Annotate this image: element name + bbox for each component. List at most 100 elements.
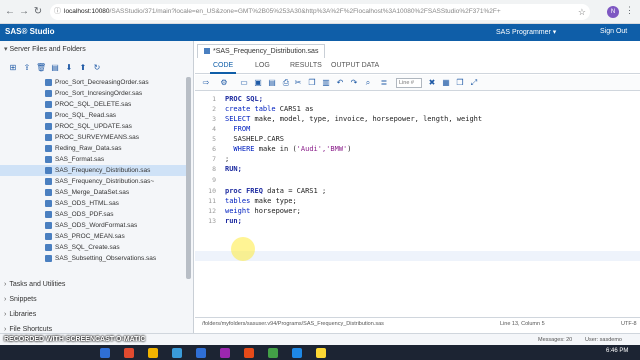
code-token: make type; [250,197,297,205]
app-icon[interactable] [220,348,230,358]
code-token: ; [225,155,230,163]
start-icon[interactable] [100,348,110,358]
properties-icon[interactable]: ▤ [50,63,60,73]
code-line-2: create table CARS1 as [225,105,314,113]
upload-file-icon[interactable]: ⬆ [78,63,88,73]
file-tree-item[interactable]: SAS_Subsetting_Observations.sas [0,253,186,264]
code-line-7: ; [225,155,229,163]
file-tree-item[interactable]: SAS_ODS_PDF.sas [0,209,186,220]
print-icon[interactable]: ⎙ [281,78,291,88]
forward-arrow-icon[interactable]: → [18,6,30,18]
explorer-icon[interactable] [148,348,158,358]
app-icon[interactable] [196,348,206,358]
file-name: SAS_Frequency_Distribution.sas [55,167,151,174]
code-token: CARS1 as [275,105,314,113]
tab-log[interactable]: LOG [255,62,270,69]
file-tree-item[interactable]: SAS_ODS_HTML.sas [0,198,186,209]
save-icon[interactable]: ▣ [253,78,263,88]
maximize-icon[interactable]: ⤢ [469,78,479,88]
file-tree-item[interactable]: PROC_SURVEYMEANS.sas [0,132,186,143]
redo-icon[interactable]: ↷ [349,78,359,88]
file-tree-item[interactable]: SAS_PROC_MEAN.sas [0,231,186,242]
open-icon[interactable]: ▭ [239,78,249,88]
file-name: SAS_ODS_PDF.sas [55,211,114,218]
back-arrow-icon[interactable]: ← [4,6,16,18]
code-token: PROC SQL; [225,95,263,103]
file-tree-item[interactable]: Proc_Sort_IncresingOrder.sas [0,88,186,99]
snippets-section-header[interactable]: › Snippets [4,296,37,303]
run-icon[interactable]: ⇨ [201,78,211,88]
file-tree-item[interactable]: SAS_Frequency_Distribution.sas [0,165,186,176]
code-line-13: run; [225,217,242,225]
code-token: create table [225,105,276,113]
file-tree-item[interactable]: SAS_Frequency_Distribution.sas~ [0,176,186,187]
options-icon[interactable]: ⚙ [219,78,229,88]
tasks-section-header[interactable]: › Tasks and Utilities [4,281,65,288]
sas-file-icon [45,101,52,108]
new-item-icon[interactable]: ⊞ [8,63,18,73]
line-number: 1 [212,95,216,103]
reload-icon[interactable]: ↻ [32,6,44,18]
code-line-10: proc FREQ data = CARS1 ; [225,187,326,195]
copy-icon[interactable]: ❐ [307,78,317,88]
app-icon[interactable] [316,348,326,358]
libraries-section-header[interactable]: › Libraries [4,311,36,318]
upload-icon[interactable]: ⇪ [22,63,32,73]
profile-avatar[interactable]: N [607,6,619,18]
server-files-section-header[interactable]: ▾ Server Files and Folders [0,45,194,57]
file-tree-item[interactable]: Proc_SQL_Read.sas [0,110,186,121]
download-icon[interactable]: ⬇ [64,63,74,73]
sign-out-link[interactable]: Sign Out [600,28,627,35]
code-editor[interactable]: 1 2 3 4 5 6 7 8 9 10 11 12 13 PROC SQL; create table… [195,93,640,313]
format-icon[interactable]: ≣ [379,78,389,88]
find-icon[interactable]: ⌕ [363,78,373,88]
refresh-icon[interactable]: ↻ [92,63,102,73]
app-icon[interactable] [244,348,254,358]
info-icon[interactable]: ⓘ [54,4,61,20]
code-line-3: SELECT make, model, type, invoice, horse… [225,115,482,123]
cut-icon[interactable]: ✂ [293,78,303,88]
file-name: SAS_Merge_DataSet.sas [55,189,130,196]
undo-icon[interactable]: ↶ [335,78,345,88]
clear-icon[interactable]: ✖ [427,78,437,88]
file-tree-item[interactable]: Reding_Raw_Data.sas [0,143,186,154]
snippet-icon[interactable]: ❒ [455,78,465,88]
section-label: Libraries [9,311,37,318]
tab-results[interactable]: RESULTS [290,62,322,69]
code-token: horsepower; [250,207,301,215]
paste-icon[interactable]: ▥ [321,78,331,88]
user-menu[interactable]: SAS Programmer ▾ [496,28,556,36]
file-tree-item[interactable]: Proc_Sort_DecreasingOrder.sas [0,77,186,88]
browser-menu-icon[interactable]: ⋮ [625,5,634,16]
line-number: 5 [212,135,216,143]
navigation-pane: ▾ Server Files and Folders ⊞ ⇪ 🗑 ▤ ⬇ ⬆ ↻ … [0,41,194,333]
app-header: SAS® Studio SAS Programmer ▾ Sign Out [0,24,640,41]
file-tree-item[interactable]: SAS_SQL_Create.sas [0,242,186,253]
app-icon[interactable] [292,348,302,358]
bookmark-star-icon[interactable]: ☆ [578,4,586,20]
file-tree-item[interactable]: PROC_SQL_DELETE.sas [0,99,186,110]
app-icon[interactable] [268,348,278,358]
app-icon[interactable] [172,348,182,358]
save-as-icon[interactable]: ▤ [267,78,277,88]
chrome-icon[interactable] [124,348,134,358]
line-number-input[interactable]: Line # [396,78,422,88]
file-tree-item[interactable]: SAS_ODS_WordFormat.sas [0,220,186,231]
file-tree-item[interactable]: SAS_Format.sas [0,154,186,165]
recorder-watermark: RECORDED WITH SCREENCAST-O-MATIC [4,336,146,343]
file-name: Proc_Sort_DecreasingOrder.sas [55,79,149,86]
tree-scrollbar[interactable] [186,77,191,279]
log-icon[interactable]: ▦ [441,78,451,88]
file-tree-item[interactable]: PROC_SQL_UPDATE.sas [0,121,186,132]
code-line-1: PROC SQL; [225,95,263,103]
file-tab[interactable]: *SAS_Frequency_Distribution.sas [197,44,326,58]
delete-icon[interactable]: 🗑 [36,63,46,73]
file-tree-item[interactable]: SAS_Merge_DataSet.sas [0,187,186,198]
file-shortcuts-section-header[interactable]: › File Shortcuts [4,326,52,333]
file-name: PROC_SQL_DELETE.sas [55,101,132,108]
editor-tabs: CODE LOG RESULTS OUTPUT DATA [195,60,640,74]
address-bar[interactable]: ⓘ localhost:10080/SASStudio/371/main?loc… [50,4,590,20]
tab-output-data[interactable]: OUTPUT DATA [331,62,379,69]
code-line-4: FROM [225,125,250,133]
tab-code[interactable]: CODE [209,62,237,74]
